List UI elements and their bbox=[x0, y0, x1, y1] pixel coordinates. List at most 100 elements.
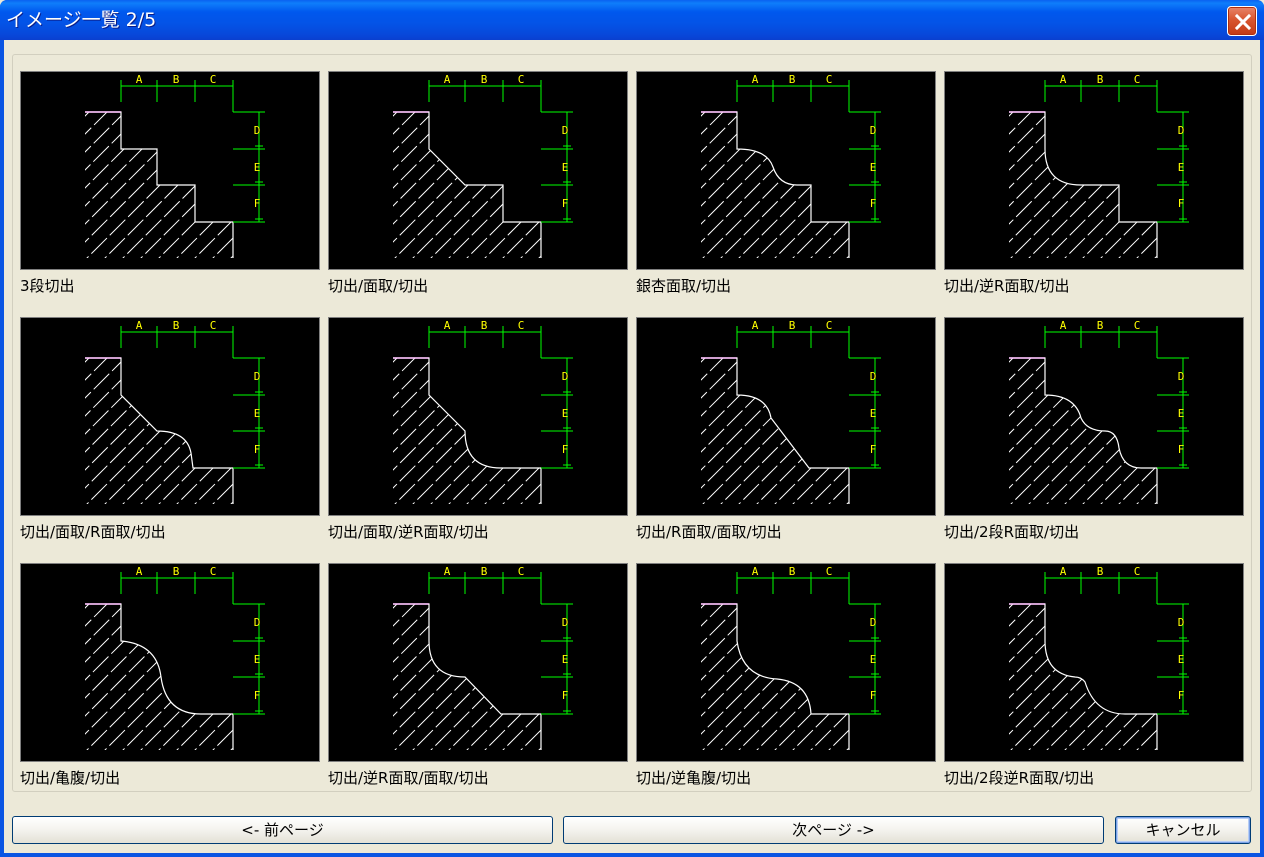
thumbnail-caption: 切出/面取/R面取/切出 bbox=[20, 523, 166, 541]
dimension-label-c: C bbox=[518, 73, 525, 86]
dimension-label-d: D bbox=[1178, 124, 1185, 137]
dimension-label-b: B bbox=[1097, 565, 1104, 578]
dimension-label-a: A bbox=[1060, 565, 1067, 578]
dimension-label-a: A bbox=[136, 73, 143, 86]
dimension-label-a: A bbox=[1060, 319, 1067, 332]
dimension-label-e: E bbox=[254, 653, 261, 666]
close-button[interactable] bbox=[1227, 6, 1257, 36]
dimension-label-f: F bbox=[562, 197, 569, 210]
profile-drawing: A B C D E F bbox=[1009, 565, 1189, 750]
dimension-label-f: F bbox=[254, 197, 261, 210]
dimension-lines bbox=[428, 572, 573, 715]
dimension-label-c: C bbox=[826, 73, 833, 86]
thumbnail-caption: 3段切出 bbox=[20, 277, 75, 295]
dimension-lines bbox=[120, 80, 265, 223]
dimension-label-c: C bbox=[826, 319, 833, 332]
dimension-lines bbox=[120, 326, 265, 469]
thumbnail-item[interactable]: A B C D E F 切出/2段R面取/切出 bbox=[944, 317, 1244, 547]
thumbnail-item[interactable]: A B C D E F 銀杏面取/切出 bbox=[636, 71, 936, 301]
dimension-lines bbox=[736, 80, 881, 223]
dimension-label-c: C bbox=[210, 319, 217, 332]
profile-drawing: A B C D E F bbox=[1009, 319, 1189, 504]
dimension-label-c: C bbox=[210, 565, 217, 578]
profile-thumbnail[interactable]: A B C D E F bbox=[636, 71, 936, 270]
profile-outline bbox=[701, 603, 850, 750]
hatch-pattern bbox=[701, 112, 849, 258]
dimension-label-d: D bbox=[870, 370, 877, 383]
dimension-lines bbox=[428, 80, 573, 223]
prev-page-button[interactable]: <- 前ページ bbox=[12, 816, 553, 844]
dimension-label-b: B bbox=[789, 319, 796, 332]
thumbnail-caption: 切出/逆R面取/切出 bbox=[944, 277, 1070, 295]
dimension-label-a: A bbox=[752, 319, 759, 332]
dimension-label-e: E bbox=[870, 407, 877, 420]
dimension-label-d: D bbox=[254, 124, 261, 137]
profile-thumbnail[interactable]: A B C D E F bbox=[328, 563, 628, 762]
thumbnail-item[interactable]: A B C D E F 3段切出 bbox=[20, 71, 320, 301]
dimension-label-b: B bbox=[481, 319, 488, 332]
dimension-label-f: F bbox=[254, 689, 261, 702]
dimension-label-b: B bbox=[1097, 319, 1104, 332]
dimension-label-b: B bbox=[173, 73, 180, 86]
profile-thumbnail[interactable]: A B C D E F bbox=[636, 563, 936, 762]
dimension-label-a: A bbox=[444, 319, 451, 332]
dimension-label-a: A bbox=[752, 73, 759, 86]
dimension-label-a: A bbox=[444, 73, 451, 86]
title-bar[interactable]: イメージ一覧 2/5 bbox=[0, 0, 1264, 40]
profile-drawing: A B C D E F bbox=[393, 319, 573, 504]
hatch-pattern bbox=[701, 358, 849, 504]
thumbnail-item[interactable]: A B C D E F 切出/R面取/面取/切出 bbox=[636, 317, 936, 547]
profile-thumbnail[interactable]: A B C D E F bbox=[20, 71, 320, 270]
cancel-button[interactable]: キャンセル bbox=[1115, 816, 1251, 844]
hatch-pattern bbox=[85, 112, 233, 258]
dimension-label-d: D bbox=[562, 370, 569, 383]
dimension-label-e: E bbox=[870, 653, 877, 666]
next-page-button[interactable]: 次ページ -> bbox=[563, 816, 1104, 844]
dimension-label-e: E bbox=[562, 161, 569, 174]
thumbnail-caption: 切出/面取/逆R面取/切出 bbox=[328, 523, 489, 541]
profile-thumbnail[interactable]: A B C D E F bbox=[944, 71, 1244, 270]
profile-thumbnail[interactable]: A B C D E F bbox=[944, 563, 1244, 762]
profile-drawing: A B C D E F bbox=[701, 565, 881, 750]
thumbnail-item[interactable]: A B C D E F 切出/2段逆R面取/切出 bbox=[944, 563, 1244, 793]
close-icon bbox=[1234, 13, 1252, 31]
dimension-lines bbox=[736, 326, 881, 469]
profile-thumbnail[interactable]: A B C D E F bbox=[20, 563, 320, 762]
thumbnail-item[interactable]: A B C D E F 切出/面取/R面取/切出 bbox=[20, 317, 320, 547]
hatch-pattern bbox=[1009, 112, 1157, 258]
image-list-window: イメージ一覧 2/5 A B C D E F 3段切出 A B C D E F 切出/面取/切出 A B C D E… bbox=[0, 0, 1264, 857]
dimension-label-e: E bbox=[562, 407, 569, 420]
thumbnail-item[interactable]: A B C D E F 切出/逆R面取/面取/切出 bbox=[328, 563, 628, 793]
thumbnail-caption: 切出/逆亀腹/切出 bbox=[636, 769, 752, 787]
dimension-label-b: B bbox=[481, 565, 488, 578]
dimension-label-a: A bbox=[444, 565, 451, 578]
dimension-label-c: C bbox=[1134, 565, 1141, 578]
dimension-label-b: B bbox=[1097, 73, 1104, 86]
dimension-label-e: E bbox=[870, 161, 877, 174]
dimension-label-f: F bbox=[1178, 443, 1185, 456]
profile-thumbnail[interactable]: A B C D E F bbox=[328, 317, 628, 516]
profile-thumbnail[interactable]: A B C D E F bbox=[944, 317, 1244, 516]
window-title: イメージ一覧 2/5 bbox=[6, 9, 157, 31]
profile-drawing: A B C D E F bbox=[393, 565, 573, 750]
dimension-label-f: F bbox=[562, 689, 569, 702]
profile-thumbnail[interactable]: A B C D E F bbox=[636, 317, 936, 516]
dimension-label-f: F bbox=[870, 689, 877, 702]
thumbnail-item[interactable]: A B C D E F 切出/面取/切出 bbox=[328, 71, 628, 301]
profile-thumbnail[interactable]: A B C D E F bbox=[20, 317, 320, 516]
dimension-label-a: A bbox=[1060, 73, 1067, 86]
dimension-lines bbox=[1044, 572, 1189, 715]
dimension-label-e: E bbox=[1178, 407, 1185, 420]
thumbnail-item[interactable]: A B C D E F 切出/逆亀腹/切出 bbox=[636, 563, 936, 793]
thumbnail-item[interactable]: A B C D E F 切出/亀腹/切出 bbox=[20, 563, 320, 793]
hatch-pattern bbox=[393, 604, 541, 750]
thumbnail-item[interactable]: A B C D E F 切出/逆R面取/切出 bbox=[944, 71, 1244, 301]
dimension-label-f: F bbox=[254, 443, 261, 456]
thumbnail-item[interactable]: A B C D E F 切出/面取/逆R面取/切出 bbox=[328, 317, 628, 547]
dimension-label-c: C bbox=[1134, 319, 1141, 332]
profile-thumbnail[interactable]: A B C D E F bbox=[328, 71, 628, 270]
profile-drawing: A B C D E F bbox=[85, 565, 265, 750]
dimension-label-e: E bbox=[562, 653, 569, 666]
profile-outline bbox=[85, 111, 234, 258]
dimension-label-b: B bbox=[173, 319, 180, 332]
